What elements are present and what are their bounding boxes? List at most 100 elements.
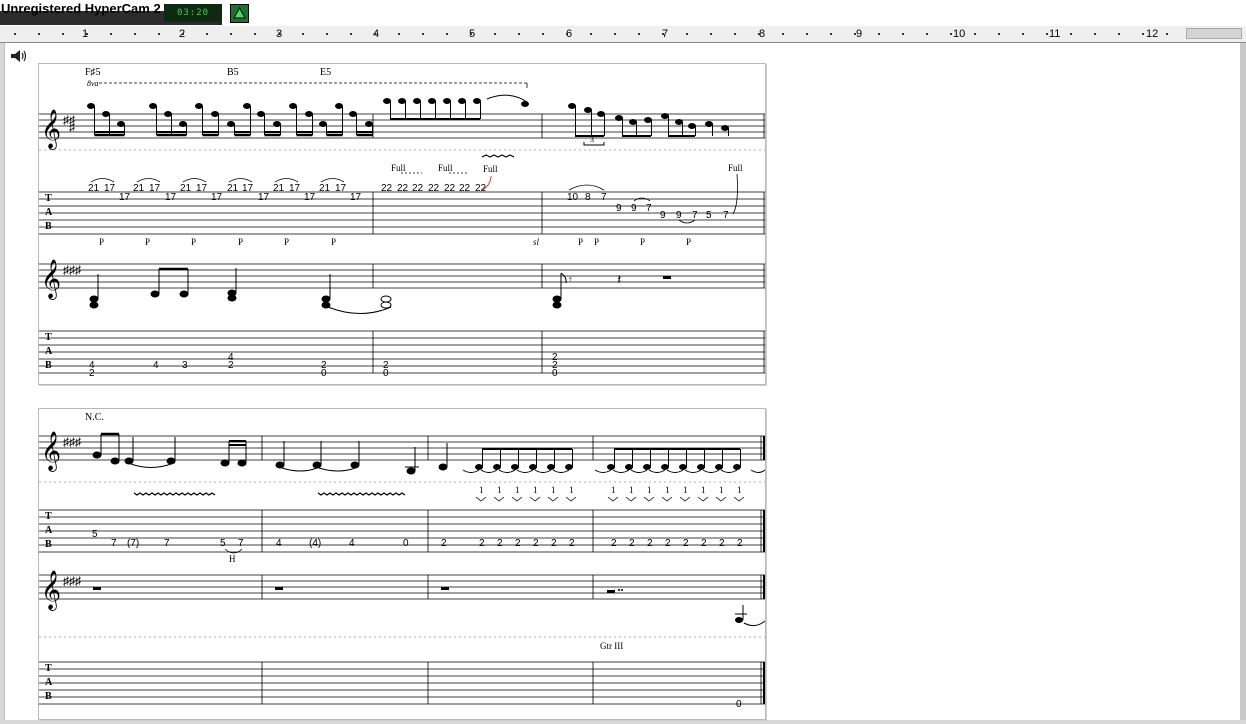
ruler-tick	[470, 33, 472, 35]
tied-tab-number: 2	[701, 538, 707, 549]
note-head	[565, 464, 573, 470]
tab-number: 5	[220, 538, 226, 549]
tie	[486, 94, 528, 103]
record-button[interactable]	[230, 4, 249, 23]
bend-amount: 1	[719, 485, 724, 495]
triplet-number: 3	[590, 135, 594, 144]
ruler-tick	[782, 33, 784, 35]
tab-clef-t: T	[45, 332, 52, 343]
tab-number: 17	[165, 192, 177, 203]
tab-number: 5	[706, 210, 712, 221]
note-head	[584, 107, 592, 113]
treble-clef-icon: 𝄞	[41, 260, 61, 300]
note-head	[661, 464, 669, 470]
ruler-tick	[1070, 33, 1072, 35]
note-head	[289, 103, 297, 109]
tied-tab-number: 2	[719, 538, 725, 549]
note-head	[688, 123, 696, 129]
bend-amount: 1	[737, 485, 742, 495]
ruler-tick	[206, 33, 208, 35]
note-head	[529, 464, 537, 470]
ruler-tick	[662, 33, 664, 35]
system-94-notation: N.C. 94 𝄞 ♯♯♯ 11111111111111 T A B 57(7)…	[27, 412, 766, 710]
tab-clef-t: T	[45, 511, 52, 522]
ruler-measure-number: 12	[1146, 28, 1159, 40]
svg-text:𝄽: 𝄽	[617, 273, 621, 288]
technique-mark: P	[238, 237, 243, 247]
tied-tab-number: 2	[629, 538, 635, 549]
tab-clef-b: B	[45, 539, 52, 550]
tab-number: 2	[89, 368, 95, 379]
ruler-tick	[518, 33, 520, 35]
tab-number: 9	[660, 210, 666, 221]
ruler-tick	[974, 33, 976, 35]
note-head	[117, 121, 125, 127]
app-title: Unregistered HyperCam 2	[1, 1, 161, 16]
ruler-tick	[1118, 33, 1120, 35]
ruler-scroll-thumb[interactable]	[1186, 28, 1242, 39]
bend-amount: 1	[683, 485, 688, 495]
ruler-tick	[350, 33, 352, 35]
note-head	[568, 103, 576, 109]
vibrato-mark	[317, 492, 406, 496]
tab-number: 21	[319, 183, 331, 194]
chord-name: B5	[227, 67, 239, 78]
tied-tab-number: 2	[683, 538, 689, 549]
tab-number: 2	[228, 360, 234, 371]
ruler-tick	[710, 33, 712, 35]
tab-number: 17	[104, 183, 116, 194]
tab-staff-4	[39, 661, 765, 705]
ruler-tick	[110, 33, 112, 35]
note-head	[398, 98, 406, 104]
note-head	[413, 98, 421, 104]
ruler-tick	[542, 33, 544, 35]
tab-number: 4	[276, 538, 282, 549]
tab-number: 10	[567, 192, 579, 203]
measure-ruler[interactable]: 123456789101112	[0, 26, 1246, 43]
treble-clef-icon: 𝄞	[41, 110, 61, 150]
tab-clef-b: B	[45, 221, 52, 232]
tie	[630, 469, 648, 473]
ruler-tick	[734, 33, 736, 35]
speaker-icon[interactable]	[8, 47, 30, 65]
ruler-tick	[1166, 33, 1168, 35]
tied-tab-number: 2	[647, 538, 653, 549]
tab-number: 0	[321, 368, 327, 379]
tab-clef-t: T	[45, 663, 52, 674]
ruler-tick	[374, 33, 376, 35]
ruler-tick	[86, 33, 88, 35]
tab-number: 7	[723, 210, 729, 221]
tie	[594, 469, 612, 473]
tab-number: 17	[258, 192, 270, 203]
tab-number: 7	[601, 192, 607, 203]
ruler-tick	[446, 33, 448, 35]
tab-number: 17	[335, 183, 347, 194]
ruler-tick	[758, 33, 760, 35]
tie	[516, 469, 534, 473]
ruler-tick	[854, 33, 856, 35]
bend-label: Full	[728, 163, 743, 173]
note-head	[697, 464, 705, 470]
ruler-tick	[950, 33, 952, 35]
staff-treble-4	[39, 574, 765, 600]
bend-label: Full	[391, 163, 406, 173]
tab-number: 22	[381, 183, 393, 194]
note-head	[597, 111, 605, 117]
tab-clef-a: A	[45, 207, 53, 218]
ruler-tick	[230, 33, 232, 35]
technique-mark: sl	[533, 237, 540, 247]
note-head	[475, 464, 483, 470]
tab-number: 17	[289, 183, 301, 194]
vertical-scrollbar[interactable]	[1240, 43, 1246, 720]
ruler-tick	[422, 33, 424, 35]
bend-amount: 1	[629, 485, 634, 495]
tab-number: 7	[646, 203, 652, 214]
tab-number: 7	[164, 538, 170, 549]
svg-text:♯♯♯: ♯♯♯	[63, 263, 81, 277]
note-head	[643, 464, 651, 470]
tie	[534, 469, 552, 473]
tab-number: 9	[616, 203, 622, 214]
ruler-tick	[878, 33, 880, 35]
note-head	[607, 464, 615, 470]
tie	[702, 469, 720, 473]
